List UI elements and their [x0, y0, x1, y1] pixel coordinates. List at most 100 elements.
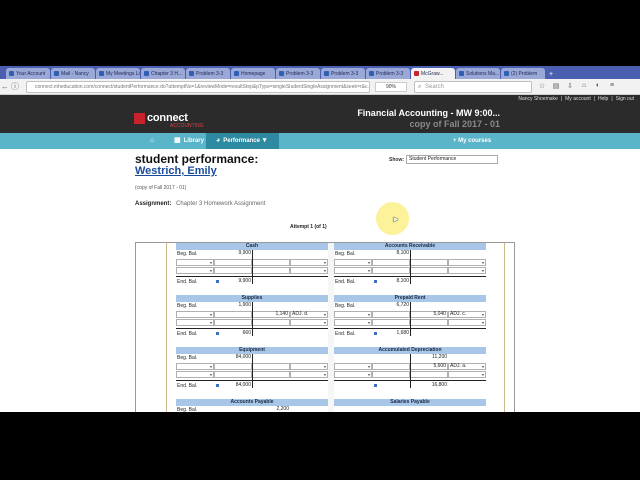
entry-select[interactable]: [290, 319, 328, 326]
browser-tab[interactable]: Chapter 3 H...: [141, 68, 185, 79]
debit-input[interactable]: [214, 319, 252, 326]
credit-input[interactable]: 1,140: [252, 311, 290, 318]
end-bal-credit[interactable]: 16,800: [410, 383, 448, 390]
entry-select[interactable]: [448, 259, 486, 266]
user-link[interactable]: My account: [565, 95, 591, 104]
nav-library[interactable]: ▦ Library: [174, 133, 204, 149]
account-name: Cash: [176, 243, 328, 250]
nav-my-courses[interactable]: + My courses: [453, 133, 491, 149]
credit-input[interactable]: [252, 319, 290, 326]
debit-input[interactable]: [214, 311, 252, 318]
browser-tab[interactable]: Problem 3-3: [276, 68, 320, 79]
info-icon[interactable]: ⓘ: [10, 81, 20, 92]
browser-tab[interactable]: Problem 3-3: [321, 68, 365, 79]
browser-tab[interactable]: Problem 3-3: [186, 68, 230, 79]
entry-select[interactable]: [448, 371, 486, 378]
credit-input[interactable]: 5,040: [410, 311, 448, 318]
credit-input[interactable]: [252, 363, 290, 370]
credit-input[interactable]: [252, 267, 290, 274]
end-bal-value[interactable]: 1,680: [372, 331, 410, 338]
end-bal-value[interactable]: 84,000: [214, 383, 252, 390]
entry-select[interactable]: [334, 371, 372, 378]
debit-input[interactable]: [214, 363, 252, 370]
beg-bal-value[interactable]: 6,720: [372, 303, 410, 310]
beg-bal-value[interactable]: 9,900: [214, 251, 252, 258]
browser-tab[interactable]: Mail - Nancy: [51, 68, 95, 79]
entry-select[interactable]: ADJ. a.: [448, 363, 486, 370]
show-select[interactable]: Student Performance: [406, 155, 498, 164]
browser-tab[interactable]: (2) Problem: [501, 68, 545, 79]
user-link[interactable]: Sign out: [616, 95, 634, 104]
download-icon[interactable]: ⇩: [566, 82, 574, 90]
browser-tab[interactable]: Your Account: [6, 68, 50, 79]
debit-input[interactable]: [372, 259, 410, 266]
debit-input[interactable]: [372, 363, 410, 370]
debit-input[interactable]: [372, 311, 410, 318]
connect-logo[interactable]: connect ACCOUNTING: [134, 112, 204, 129]
debit-input[interactable]: [372, 267, 410, 274]
entry-select[interactable]: [176, 259, 214, 266]
entry-select[interactable]: [334, 259, 372, 266]
credit-input[interactable]: [252, 371, 290, 378]
new-tab-button[interactable]: +: [546, 70, 556, 79]
entry-select[interactable]: [176, 371, 214, 378]
entry-select[interactable]: ADJ. d.: [290, 311, 328, 318]
credit-input[interactable]: [410, 259, 448, 266]
entry-select[interactable]: [290, 363, 328, 370]
search-input[interactable]: ⌕ Search: [414, 81, 532, 93]
entry-select[interactable]: [290, 259, 328, 266]
debit-input[interactable]: [214, 267, 252, 274]
entry-select[interactable]: [290, 371, 328, 378]
entry-select[interactable]: [334, 363, 372, 370]
star-icon[interactable]: ☆: [538, 82, 546, 90]
student-name-link[interactable]: Westrich, Emily: [135, 165, 217, 177]
debit-input[interactable]: [214, 371, 252, 378]
back-icon[interactable]: ←: [0, 82, 10, 91]
assignment-label: Assignment:: [135, 201, 172, 207]
credit-input[interactable]: [410, 371, 448, 378]
beg-bal-value[interactable]: 1,900: [214, 303, 252, 310]
credit-input[interactable]: [252, 259, 290, 266]
beg-bal-credit[interactable]: 11,200: [410, 355, 448, 362]
entry-select[interactable]: [176, 267, 214, 274]
user-link[interactable]: Nancy Shoemake: [518, 95, 557, 104]
nav-performance[interactable]: ◕ Performance ▾: [206, 133, 280, 149]
pocket-icon[interactable]: ◐: [594, 82, 602, 90]
zoom-indicator[interactable]: 90%: [375, 82, 407, 92]
favicon-icon: [279, 71, 284, 76]
credit-input[interactable]: [410, 267, 448, 274]
entry-select[interactable]: [334, 319, 372, 326]
browser-tab[interactable]: My Meetings List: [96, 68, 140, 79]
entry-select[interactable]: [290, 267, 328, 274]
nav-home[interactable]: ⌂: [150, 133, 157, 149]
beg-bal-value[interactable]: 84,000: [214, 355, 252, 362]
end-bal-value[interactable]: 660: [214, 331, 252, 338]
separator: |: [611, 96, 613, 102]
entry-select[interactable]: [176, 311, 214, 318]
entry-select[interactable]: ADJ. c.: [448, 311, 486, 318]
user-link[interactable]: Help: [598, 95, 608, 104]
debit-input[interactable]: [372, 371, 410, 378]
browser-tab[interactable]: McGraw...: [411, 68, 455, 79]
entry-select[interactable]: [176, 363, 214, 370]
end-bal-value[interactable]: 8,100: [372, 279, 410, 286]
library-icon[interactable]: ▤: [552, 82, 560, 90]
home-icon[interactable]: ⌂: [580, 82, 588, 90]
copy-note: (copy of Fall 2017 - 01): [135, 185, 187, 191]
credit-input[interactable]: [410, 319, 448, 326]
entry-select[interactable]: [334, 311, 372, 318]
entry-select[interactable]: [448, 319, 486, 326]
browser-tab[interactable]: Solutions Ma...: [456, 68, 500, 79]
entry-select[interactable]: [176, 319, 214, 326]
debit-input[interactable]: [214, 259, 252, 266]
debit-input[interactable]: [372, 319, 410, 326]
beg-bal-value[interactable]: 8,100: [372, 251, 410, 258]
end-bal-value[interactable]: 9,900: [214, 279, 252, 286]
entry-select[interactable]: [334, 267, 372, 274]
credit-input[interactable]: 5,600: [410, 363, 448, 370]
browser-tab[interactable]: Homepage: [231, 68, 275, 79]
menu-icon[interactable]: ≡: [608, 82, 616, 90]
entry-select[interactable]: [448, 267, 486, 274]
url-field[interactable]: connect.mheducation.com/connect/studentP…: [26, 81, 370, 93]
browser-tab[interactable]: Problem 3-3: [366, 68, 410, 79]
